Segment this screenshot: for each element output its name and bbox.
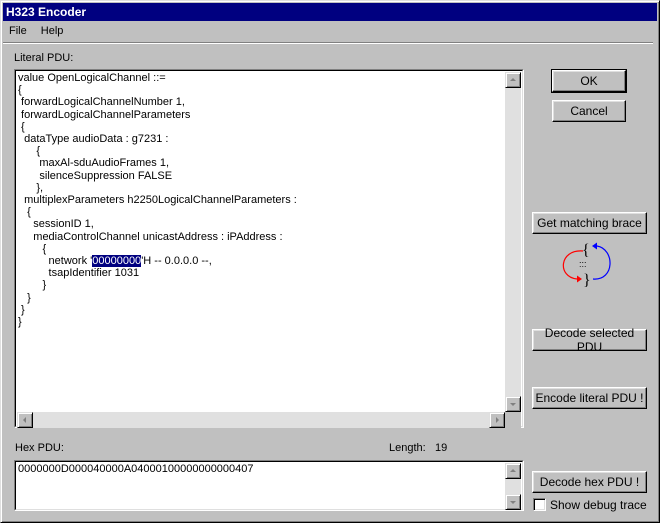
hex-pdu-text[interactable]: 0000000D000040000A04000100000000000407 — [17, 463, 505, 508]
matching-brace-icon: { ::: } — [562, 242, 611, 287]
menu-help[interactable]: Help — [36, 22, 69, 41]
hex-pdu-label: Hex PDU: — [15, 442, 64, 454]
hex-scroll-down-button[interactable] — [505, 494, 521, 510]
literal-pdu-textarea[interactable]: value OpenLogicalChannel ::= { forwardLo… — [14, 69, 524, 428]
decode-selected-pdu-button[interactable]: Decode selected PDU — [532, 326, 647, 354]
literal-pdu-text-before: value OpenLogicalChannel ::= { forwardLo… — [18, 72, 297, 268]
hex-pdu-vertical-scrollbar[interactable] — [505, 463, 521, 510]
arrow-right-icon — [496, 417, 499, 423]
scroll-right-button[interactable] — [489, 412, 505, 428]
menu-file[interactable]: File — [4, 22, 32, 41]
length-value: 19 — [435, 442, 448, 454]
ok-button[interactable]: OK — [551, 69, 627, 93]
menu-bar: File Help — [3, 22, 657, 41]
ellipsis-glyph: ::: — [579, 259, 587, 269]
arrow-down-icon — [510, 403, 516, 406]
literal-pdu-horizontal-scrollbar[interactable] — [17, 412, 505, 428]
show-debug-trace-label[interactable]: Show debug trace — [550, 498, 647, 512]
menu-separator — [3, 42, 653, 44]
red-arrowhead-icon — [577, 275, 582, 283]
scroll-up-button[interactable] — [505, 72, 521, 88]
arrow-up-icon — [510, 469, 516, 472]
title-bar: H323 Encoder — [3, 3, 657, 21]
arrow-down-icon — [510, 501, 516, 504]
scroll-down-button[interactable] — [505, 396, 521, 412]
main-window: H323 Encoder File Help Literal PDU: valu… — [0, 0, 660, 523]
blue-arrowhead-icon — [592, 242, 597, 250]
selected-text: 00000000 — [92, 255, 142, 268]
close-brace-glyph: } — [583, 272, 591, 287]
blue-arrow-path — [592, 245, 611, 280]
literal-pdu-label: Literal PDU: — [14, 52, 74, 64]
decode-hex-pdu-button[interactable]: Decode hex PDU ! — [532, 471, 647, 493]
encode-literal-pdu-button[interactable]: Encode literal PDU ! — [532, 387, 647, 409]
arrow-up-icon — [510, 78, 516, 81]
literal-pdu-vertical-scrollbar[interactable] — [505, 72, 521, 412]
scrollbar-corner — [505, 412, 521, 428]
hex-scroll-up-button[interactable] — [505, 463, 521, 479]
open-brace-glyph: { — [582, 242, 590, 259]
get-matching-brace-button[interactable]: Get matching brace — [532, 212, 647, 234]
scroll-left-button[interactable] — [17, 412, 33, 428]
window-title: H323 Encoder — [6, 5, 87, 19]
literal-pdu-text[interactable]: value OpenLogicalChannel ::= { forwardLo… — [17, 72, 505, 410]
cancel-button[interactable]: Cancel — [552, 100, 626, 122]
show-debug-trace-checkbox[interactable] — [533, 498, 546, 511]
length-label: Length: — [389, 442, 426, 454]
arrow-left-icon — [23, 417, 26, 423]
hex-pdu-textarea[interactable]: 0000000D000040000A04000100000000000407 — [14, 460, 524, 511]
